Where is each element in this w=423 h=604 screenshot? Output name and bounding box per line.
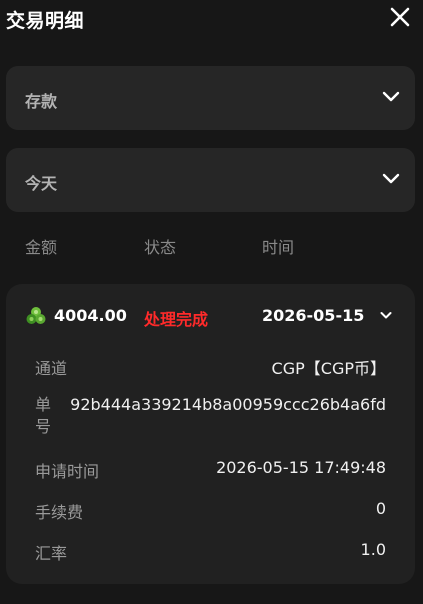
transaction-details-panel: 交易明细 存款 今天 金额 状态 时间 4004.00 处理完成 2026-05…	[0, 0, 423, 604]
record-amount: 4004.00	[54, 306, 127, 325]
exchange-rate-label: 汇率	[35, 544, 68, 563]
column-header-status: 状态	[144, 238, 177, 257]
date-range-select[interactable]: 今天	[6, 148, 415, 212]
column-header-amount: 金额	[25, 238, 58, 257]
transaction-record-card: 4004.00 处理完成 2026-05-15 通道 CGP【CGP币】 单号 …	[6, 284, 415, 584]
order-number-value: 92b444a339214b8a00959ccc26b4a6fd	[70, 395, 386, 414]
fee-label: 手续费	[35, 503, 84, 522]
page-title: 交易明细	[6, 10, 85, 32]
chevron-down-icon	[382, 173, 400, 184]
column-header-time: 时间	[262, 238, 295, 257]
coin-stack-icon	[26, 307, 46, 324]
fee-value: 0	[375, 499, 386, 518]
exchange-rate-value: 1.0	[360, 540, 386, 559]
close-button[interactable]	[389, 6, 411, 28]
record-status: 处理完成	[144, 310, 209, 329]
channel-value: CGP【CGP币】	[271, 359, 386, 378]
apply-time-label: 申请时间	[35, 462, 100, 481]
chevron-down-icon[interactable]	[380, 311, 392, 320]
channel-label: 通道	[35, 359, 68, 378]
apply-time-value: 2026-05-15 17:49:48	[216, 458, 386, 477]
close-icon	[390, 7, 410, 27]
transaction-type-select[interactable]: 存款	[6, 66, 415, 130]
chevron-down-icon	[382, 91, 400, 102]
order-number-label: 单号	[35, 395, 52, 436]
record-date: 2026-05-15	[262, 306, 365, 325]
transaction-type-value: 存款	[25, 92, 58, 111]
date-range-value: 今天	[25, 174, 58, 193]
